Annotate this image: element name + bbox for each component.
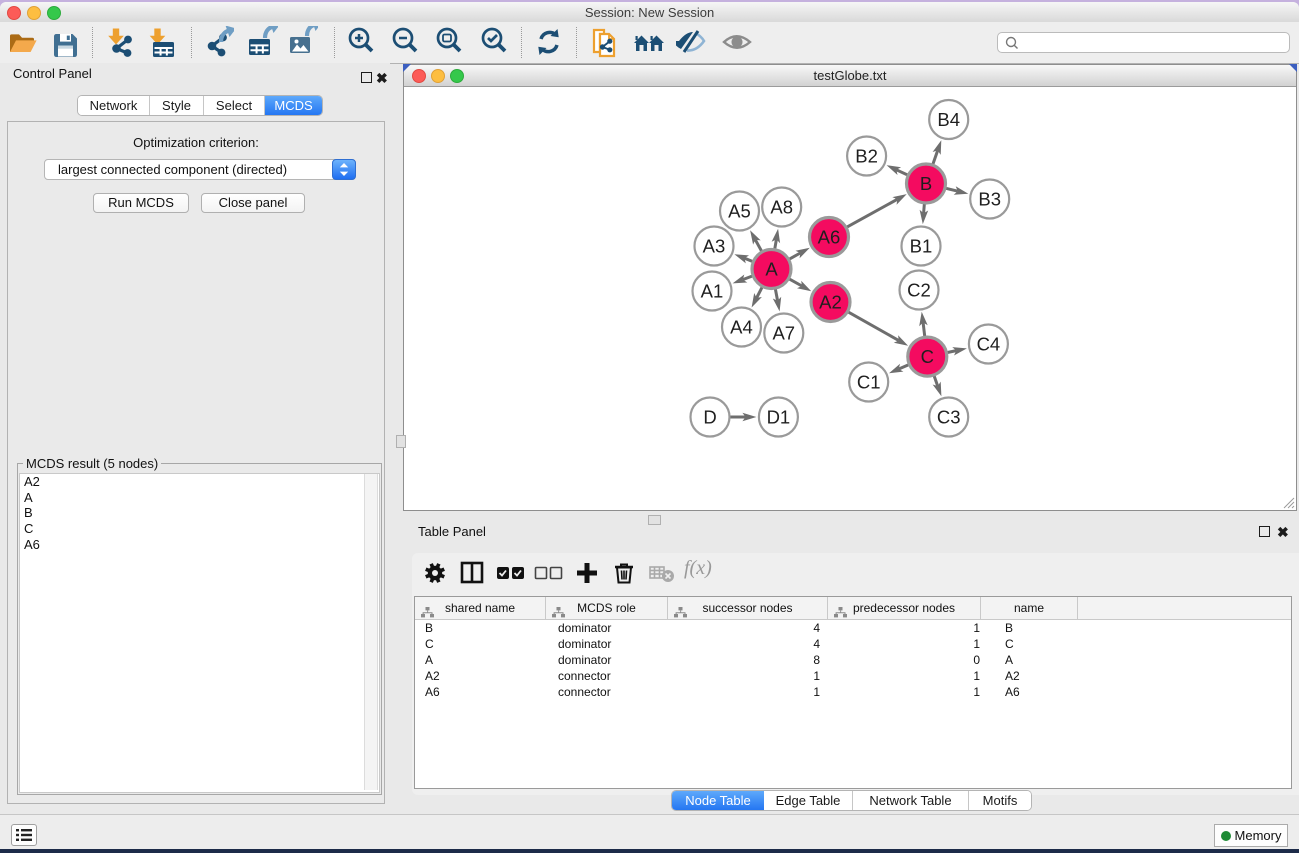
svg-text:A8: A8 <box>770 197 793 218</box>
svg-text:A2: A2 <box>819 292 842 313</box>
svg-text:A7: A7 <box>772 323 795 344</box>
svg-text:C: C <box>921 346 934 367</box>
svg-text:D: D <box>703 407 716 428</box>
svg-text:B4: B4 <box>937 109 960 130</box>
svg-text:A5: A5 <box>728 201 751 222</box>
svg-text:A3: A3 <box>703 236 726 257</box>
svg-text:B2: B2 <box>855 146 878 167</box>
svg-text:C1: C1 <box>857 372 881 393</box>
svg-text:B: B <box>920 173 932 194</box>
svg-text:A: A <box>765 259 778 280</box>
svg-text:C4: C4 <box>977 334 1001 355</box>
svg-text:D1: D1 <box>767 407 791 428</box>
svg-text:B1: B1 <box>910 236 933 257</box>
svg-text:B3: B3 <box>978 189 1001 210</box>
svg-text:C3: C3 <box>937 407 961 428</box>
svg-text:A4: A4 <box>730 317 753 338</box>
svg-text:A1: A1 <box>701 281 724 302</box>
svg-text:C2: C2 <box>907 280 931 301</box>
svg-text:A6: A6 <box>818 227 841 248</box>
